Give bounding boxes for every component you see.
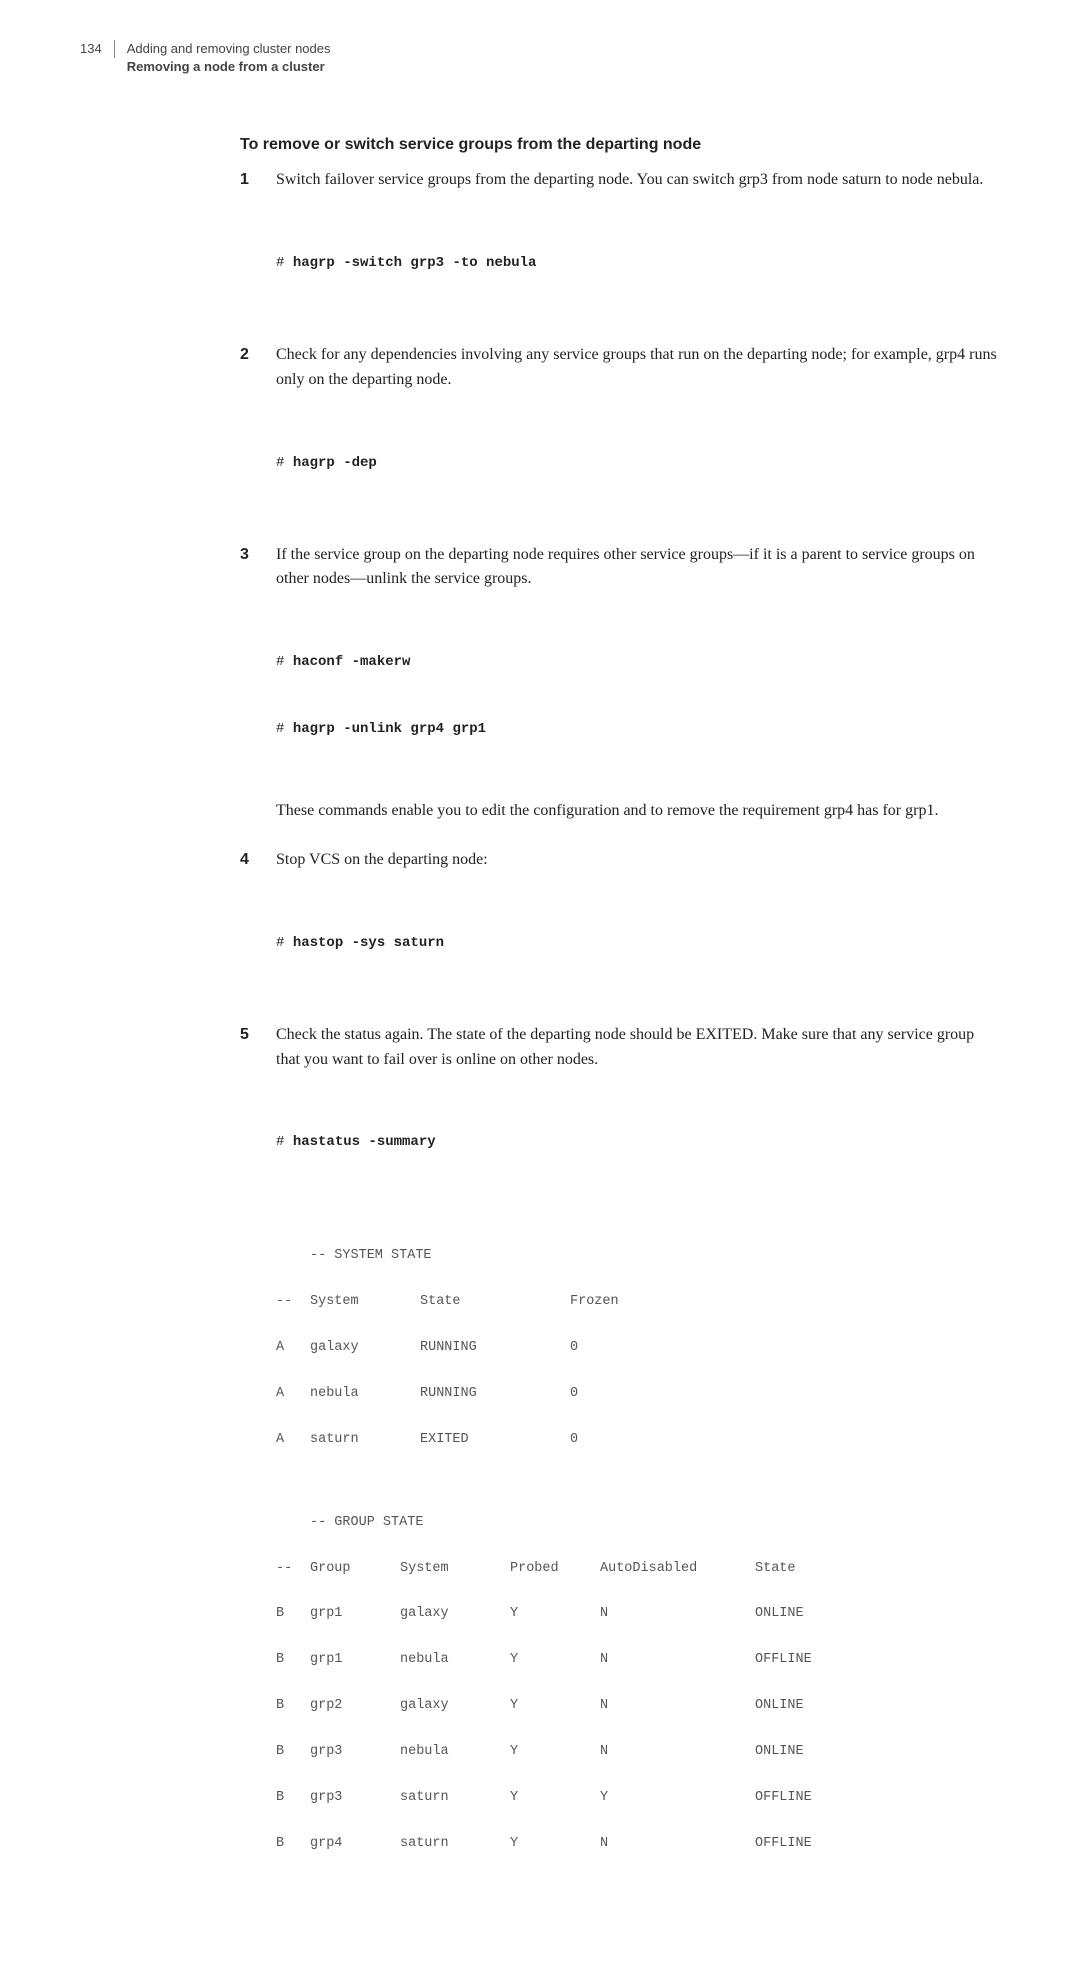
output-group-row: Bgrp3saturnYYOFFLINE xyxy=(276,1787,1000,1810)
command: hastatus -summary xyxy=(293,1134,436,1150)
step-2: Check for any dependencies involving any… xyxy=(240,343,1000,519)
chapter-title: Adding and removing cluster nodes xyxy=(127,40,331,58)
command: hagrp -switch grp3 -to nebula xyxy=(293,255,537,271)
output-system-header: -- SYSTEM STATE xyxy=(276,1245,1000,1268)
step-after-text: These commands enable you to edit the co… xyxy=(276,799,1000,824)
code-block: # hagrp -switch grp3 -to nebula xyxy=(276,207,1000,319)
command: haconf -makerw xyxy=(293,654,411,670)
code-line: # hagrp -switch grp3 -to nebula xyxy=(276,252,1000,274)
command: hagrp -dep xyxy=(293,455,377,471)
output-group-columns: --GroupSystemProbedAutoDisabledState xyxy=(276,1558,1000,1581)
step-3: If the service group on the departing no… xyxy=(240,543,1000,825)
prompt: # xyxy=(276,1134,293,1150)
output-system-row: AnebulaRUNNING0 xyxy=(276,1383,1000,1406)
prompt: # xyxy=(276,935,293,951)
step-5: Check the status again. The state of the… xyxy=(240,1023,1000,1199)
steps-list: Switch failover service groups from the … xyxy=(240,168,1000,1198)
code-block: # hagrp -dep xyxy=(276,407,1000,519)
content: To remove or switch service groups from … xyxy=(240,136,1000,1901)
output-group-row: Bgrp1galaxyYNONLINE xyxy=(276,1603,1000,1626)
page: 134 Adding and removing cluster nodes Re… xyxy=(0,0,1080,1962)
step-text: Stop VCS on the departing node: xyxy=(276,848,1000,873)
command: hastop -sys saturn xyxy=(293,935,444,951)
header-titles: Adding and removing cluster nodes Removi… xyxy=(127,40,331,76)
output-system-columns: --SystemStateFrozen xyxy=(276,1291,1000,1314)
prompt: # xyxy=(276,455,293,471)
prompt: # xyxy=(276,654,293,670)
code-line: # hagrp -unlink grp4 grp1 xyxy=(276,718,1000,740)
procedure-heading: To remove or switch service groups from … xyxy=(240,136,1000,154)
code-block: # haconf -makerw # hagrp -unlink grp4 gr… xyxy=(276,606,1000,785)
prompt: # xyxy=(276,255,293,271)
section-title: Removing a node from a cluster xyxy=(127,58,331,76)
code-block: # hastatus -summary xyxy=(276,1087,1000,1199)
code-line: # hastop -sys saturn xyxy=(276,932,1000,954)
prompt: # xyxy=(276,721,293,737)
code-block: # hastop -sys saturn xyxy=(276,887,1000,999)
code-line: # hastatus -summary xyxy=(276,1131,1000,1153)
command-output: -- SYSTEM STATE --SystemStateFrozen Agal… xyxy=(276,1222,1000,1901)
command: hagrp -unlink grp4 grp1 xyxy=(293,721,486,737)
output-group-header: -- GROUP STATE xyxy=(276,1512,1000,1535)
code-line: # hagrp -dep xyxy=(276,452,1000,474)
page-number: 134 xyxy=(80,40,115,58)
step-text: Check for any dependencies involving any… xyxy=(276,343,1000,393)
step-text: If the service group on the departing no… xyxy=(276,543,1000,593)
page-header: 134 Adding and removing cluster nodes Re… xyxy=(80,40,1000,76)
output-group-row: Bgrp3nebulaYNONLINE xyxy=(276,1741,1000,1764)
step-1: Switch failover service groups from the … xyxy=(240,168,1000,319)
output-group-row: Bgrp4saturnYNOFFLINE xyxy=(276,1833,1000,1856)
step-text: Switch failover service groups from the … xyxy=(276,168,1000,193)
step-text: Check the status again. The state of the… xyxy=(276,1023,1000,1073)
output-group-row: Bgrp1nebulaYNOFFLINE xyxy=(276,1649,1000,1672)
code-line: # haconf -makerw xyxy=(276,651,1000,673)
output-system-row: AgalaxyRUNNING0 xyxy=(276,1337,1000,1360)
output-group-row: Bgrp2galaxyYNONLINE xyxy=(276,1695,1000,1718)
step-4: Stop VCS on the departing node: # hastop… xyxy=(240,848,1000,999)
output-system-row: AsaturnEXITED0 xyxy=(276,1429,1000,1452)
